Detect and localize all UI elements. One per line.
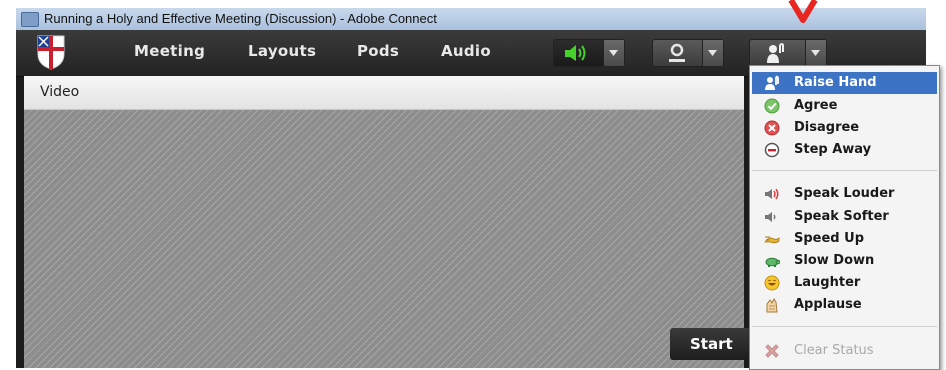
speed-up-icon [764,236,780,244]
menu-separator [752,170,937,171]
episcopal-shield-logo [37,35,65,70]
menu-audio[interactable]: Audio [441,42,491,60]
app-icon [21,12,39,27]
menu-item-laughter[interactable]: Laughter [752,272,937,294]
speak-softer-icon [765,212,776,222]
clear-status-icon [765,344,779,358]
menu-layouts[interactable]: Layouts [248,42,316,60]
status-dropdown[interactable] [805,40,826,66]
menu-item-label: Clear Status [794,343,874,358]
menu-item-step-away[interactable]: Step Away [752,139,937,161]
slow-down-icon [765,257,780,267]
menu-item-agree[interactable]: Agree [752,95,937,117]
status-button[interactable] [750,40,804,66]
menu-item-label: Slow Down [794,253,875,268]
agree-icon [764,98,780,114]
menu-item-label: Raise Hand [794,75,877,90]
speak-louder-icon [765,188,779,200]
webcam-control[interactable] [652,39,724,67]
menu-item-label: Applause [794,297,862,312]
speaker-control[interactable] [553,39,625,67]
video-pod: Video [24,76,744,368]
webcam-icon [669,43,685,62]
laughter-icon [764,275,780,291]
menu-item-label: Disagree [794,120,860,135]
window-title: Running a Holy and Effective Meeting (Di… [44,11,437,26]
menu-item-raise-hand[interactable]: Raise Hand [752,72,937,94]
status-control[interactable] [749,39,827,67]
menu-pods[interactable]: Pods [357,42,399,60]
speaker-icon [565,45,586,61]
speaker-dropdown[interactable] [603,40,624,66]
video-area [24,110,744,368]
menu-item-speak-softer[interactable]: Speak Softer [752,206,937,228]
chevron-down-icon [609,50,618,56]
menu-item-label: Speak Softer [794,209,889,224]
menu-item-slow-down[interactable]: Slow Down [752,250,937,272]
status-menu: Raise Hand Agree Disagree Step Away Spea… [749,65,940,370]
webcam-dropdown[interactable] [702,40,723,66]
menu-separator [752,326,937,327]
step-away-icon [764,142,780,158]
start-webcam-button[interactable]: Start [670,328,750,360]
speaker-button[interactable] [554,40,602,66]
menu-item-label: Step Away [794,142,872,157]
raise-hand-icon [765,75,779,90]
disagree-icon [764,120,780,136]
applause-icon [766,298,778,313]
menu-meeting[interactable]: Meeting [134,42,205,60]
menu-item-disagree[interactable]: Disagree [752,117,937,139]
menu-item-speak-louder[interactable]: Speak Louder [752,183,937,205]
menu-item-applause[interactable]: Applause [752,294,937,316]
menu-item-label: Speak Louder [794,186,895,201]
webcam-button[interactable] [653,40,701,66]
red-arrow-annotation [788,0,818,23]
chevron-down-icon [811,50,820,56]
video-pod-title: Video [40,84,80,100]
menu-item-speed-up[interactable]: Speed Up [752,228,937,250]
status-icon [767,43,784,63]
menu-item-clear-status: Clear Status [752,340,937,362]
menu-item-label: Speed Up [794,231,864,246]
menu-item-label: Agree [794,98,838,113]
video-pod-header: Video [24,76,744,110]
menu-item-label: Laughter [794,275,861,290]
chevron-down-icon [708,50,717,56]
